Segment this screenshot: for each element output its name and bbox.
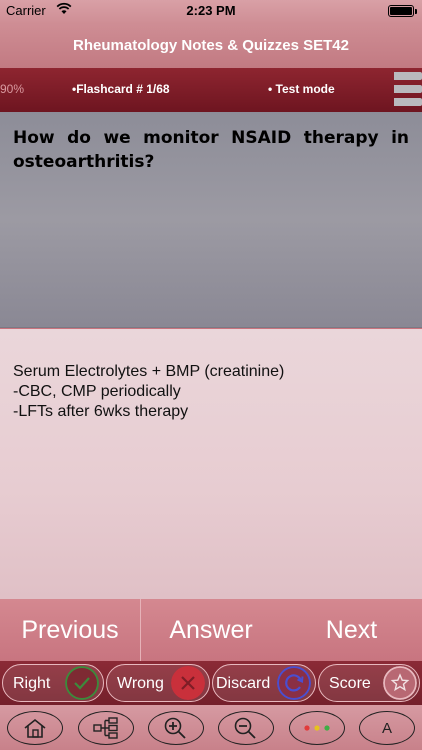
- mode-label[interactable]: • Test mode: [268, 82, 335, 96]
- theme-button[interactable]: [289, 711, 345, 745]
- wrong-button[interactable]: Wrong: [106, 664, 210, 702]
- star-icon: [383, 666, 417, 700]
- flashcard-counter: •Flashcard # 1/68: [72, 82, 170, 96]
- status-time: 2:23 PM: [186, 3, 236, 18]
- tool-row: A: [0, 705, 422, 750]
- previous-button[interactable]: Previous: [0, 599, 141, 661]
- question-text: How do we monitor NSAID therapy in osteo…: [13, 128, 409, 172]
- zoom-out-button[interactable]: [218, 711, 274, 745]
- zoom-in-button[interactable]: [148, 711, 204, 745]
- answer-text: Serum Electrolytes + BMP (creatinine) -C…: [13, 363, 285, 420]
- navigation-row: Previous Answer Next: [0, 599, 422, 661]
- score-label: Score: [329, 675, 371, 692]
- home-icon: [24, 718, 46, 738]
- progress-percent: 90%: [0, 82, 25, 96]
- topics-button[interactable]: [78, 711, 134, 745]
- app-title: Rheumatology Notes & Quizzes SET42: [73, 36, 349, 54]
- zoom-in-icon: [164, 717, 186, 739]
- score-button[interactable]: Score: [318, 664, 420, 702]
- answer-panel: Serum Electrolytes + BMP (creatinine) -C…: [0, 329, 422, 599]
- wrong-label: Wrong: [117, 675, 164, 692]
- check-icon: [65, 666, 99, 700]
- answer-button[interactable]: Answer: [141, 599, 281, 661]
- dots-icon: [304, 725, 330, 731]
- font-icon: A: [381, 719, 392, 737]
- app-title-bar: Rheumatology Notes & Quizzes SET42: [0, 22, 422, 68]
- right-label: Right: [13, 675, 51, 692]
- next-button[interactable]: Next: [281, 599, 422, 661]
- info-bar: 90% •Flashcard # 1/68 • Test mode: [0, 68, 422, 112]
- battery-icon: [388, 5, 417, 17]
- mark-row: Right Wrong Discard Score: [0, 661, 422, 705]
- cross-icon: [171, 666, 205, 700]
- menu-icon[interactable]: [394, 70, 422, 110]
- discard-button[interactable]: Discard: [212, 664, 316, 702]
- status-bar: Carrier 2:23 PM: [0, 0, 422, 22]
- font-button[interactable]: A: [359, 711, 415, 745]
- discard-label: Discard: [216, 675, 271, 692]
- question-panel: How do we monitor NSAID therapy in osteo…: [0, 112, 422, 328]
- zoom-out-icon: [234, 717, 256, 739]
- right-button[interactable]: Right: [2, 664, 104, 702]
- refresh-icon: [277, 666, 311, 700]
- hierarchy-icon: [93, 717, 118, 739]
- home-button[interactable]: [7, 711, 63, 745]
